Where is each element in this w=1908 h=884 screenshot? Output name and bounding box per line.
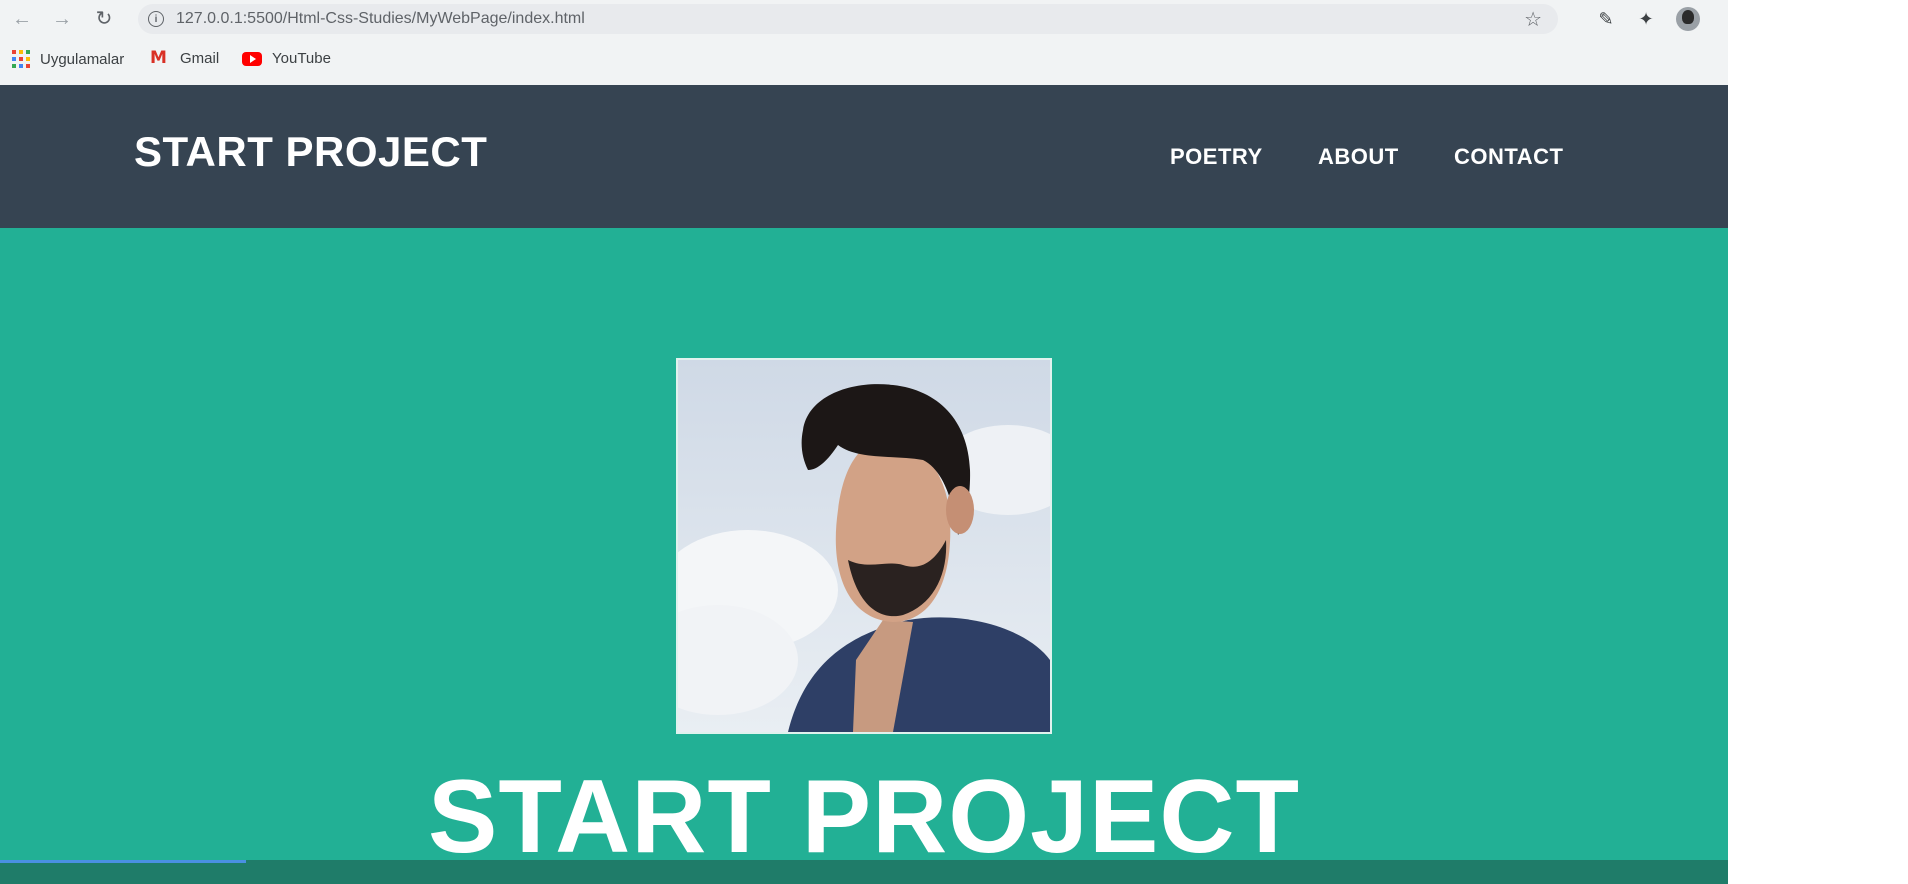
address-bar-url[interactable]: 127.0.0.1:5500/Html-Css-Studies/MyWebPag… — [176, 10, 585, 28]
back-arrow-icon[interactable]: ← — [10, 7, 34, 31]
site-navbar: START PROJECT POETRY ABOUT CONTACT — [0, 85, 1728, 228]
nav-link-about[interactable]: ABOUT — [1318, 144, 1399, 170]
profile-photo — [676, 358, 1052, 734]
extensions-puzzle-icon[interactable]: ✦ — [1634, 7, 1658, 31]
site-brand[interactable]: START PROJECT — [134, 128, 487, 176]
bookmark-label: YouTube — [272, 50, 331, 67]
nav-link-contact[interactable]: CONTACT — [1454, 144, 1563, 170]
forward-arrow-icon[interactable]: → — [50, 7, 74, 31]
apps-grid-icon — [12, 50, 30, 68]
bookmark-apps[interactable]: Uygulamalar — [12, 50, 124, 68]
video-progress-bar[interactable] — [0, 860, 246, 863]
bookmark-star-icon[interactable]: ☆ — [1524, 7, 1542, 32]
gmail-icon — [150, 48, 170, 68]
bookmark-label: Gmail — [180, 50, 220, 67]
nav-link-poetry[interactable]: POETRY — [1170, 144, 1263, 170]
bookmark-gmail[interactable]: Gmail — [150, 48, 220, 68]
profile-avatar-icon[interactable] — [1676, 7, 1700, 31]
browser-menu-icon[interactable]: ⋮ — [1722, 9, 1728, 29]
bookmark-label: Uygulamalar — [40, 50, 125, 68]
bookmark-youtube[interactable]: YouTube — [242, 50, 331, 67]
site-info-icon[interactable]: i — [148, 11, 164, 27]
bookmarks-bar: Uygulamalar Gmail YouTube — [0, 38, 1728, 85]
browser-viewport: ← → ↻ i 127.0.0.1:5500/Html-Css-Studies/… — [0, 0, 1728, 884]
address-bar[interactable]: i 127.0.0.1:5500/Html-Css-Studies/MyWebP… — [138, 4, 1558, 34]
hero-section: START PROJECT — [0, 228, 1728, 884]
browser-toolbar: ← → ↻ i 127.0.0.1:5500/Html-Css-Studies/… — [0, 0, 1728, 38]
video-bottom-bar — [0, 860, 1728, 884]
youtube-icon — [242, 51, 262, 66]
profile-photo-illustration — [678, 360, 1050, 732]
eyedropper-extension-icon[interactable]: ✎ — [1594, 7, 1618, 31]
reload-icon[interactable]: ↻ — [92, 7, 116, 31]
